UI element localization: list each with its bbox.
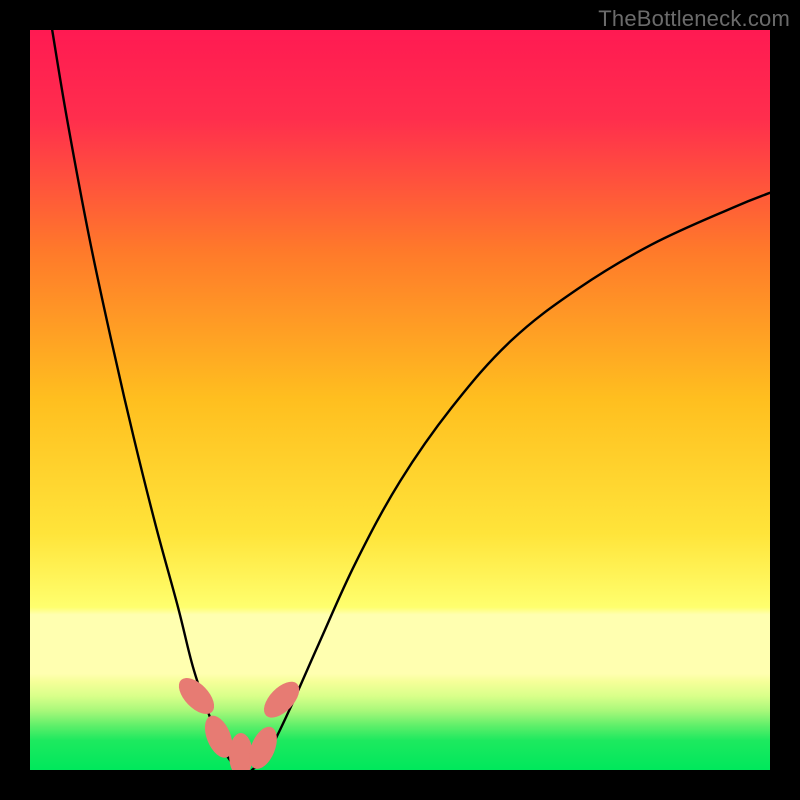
watermark-text: TheBottleneck.com xyxy=(598,6,790,32)
bottleneck-chart xyxy=(30,30,770,770)
chart-frame xyxy=(30,30,770,770)
gradient-background xyxy=(30,30,770,770)
